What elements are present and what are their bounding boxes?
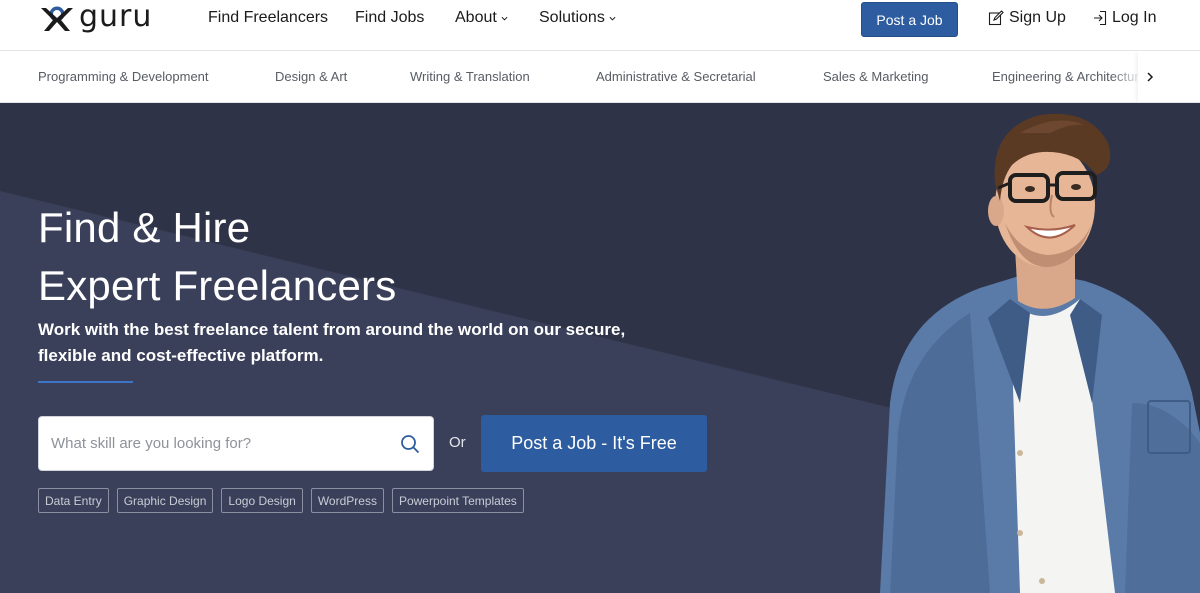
post-job-free-button[interactable]: Post a Job - It's Free [481, 415, 707, 472]
hero-divider [38, 381, 133, 383]
hero-title: Find & Hire Expert Freelancers [38, 199, 396, 315]
chevron-down-icon [609, 16, 616, 21]
nav-solutions-label: Solutions [539, 9, 605, 26]
login-icon [1094, 10, 1107, 26]
nav-find-freelancers[interactable]: Find Freelancers [208, 9, 328, 27]
hero-section: Find & Hire Expert Freelancers Work with… [0, 103, 1200, 593]
skill-search-box [38, 416, 434, 471]
category-sales[interactable]: Sales & Marketing [823, 69, 929, 84]
search-icon [401, 434, 419, 453]
tag-graphic-design[interactable]: Graphic Design [116, 488, 214, 513]
brand-name: guru [79, 0, 153, 34]
tag-powerpoint-templates[interactable]: Powerpoint Templates [391, 488, 524, 513]
tag-logo-design[interactable]: Logo Design [221, 488, 303, 513]
guru-logo[interactable]: guru [38, 0, 153, 34]
nav-solutions[interactable]: Solutions [539, 9, 616, 27]
nav-about-label: About [455, 9, 497, 26]
guru-mark-icon [41, 6, 73, 31]
hero-title-line1: Find & Hire [38, 204, 251, 251]
hero-title-line2: Expert Freelancers [38, 262, 397, 309]
log-in-link[interactable]: Log In [1093, 9, 1156, 27]
hero-subtitle: Work with the best freelance talent from… [38, 320, 626, 365]
popular-tags: Data Entry Graphic Design Logo Design Wo… [38, 488, 524, 513]
or-label: Or [449, 434, 466, 451]
sign-up-link[interactable]: Sign Up [988, 9, 1066, 27]
chevron-right-icon [1147, 72, 1154, 82]
tag-wordpress[interactable]: WordPress [310, 488, 384, 513]
post-a-job-button[interactable]: Post a Job [861, 2, 958, 37]
log-in-label: Log In [1112, 9, 1157, 26]
chevron-down-icon [501, 16, 508, 21]
skill-search-input[interactable] [39, 417, 387, 470]
tag-data-entry[interactable]: Data Entry [38, 488, 109, 513]
category-bar: Programming & Development Design & Art W… [0, 52, 1200, 103]
search-button[interactable] [387, 417, 433, 470]
top-navigation: guru Find Freelancers Find Jobs About So… [0, 0, 1200, 51]
edit-icon [988, 10, 1004, 26]
category-administrative[interactable]: Administrative & Secretarial [596, 69, 756, 84]
hero-person-image [880, 113, 1200, 593]
nav-find-jobs[interactable]: Find Jobs [355, 9, 424, 27]
sign-up-label: Sign Up [1009, 9, 1066, 26]
nav-about[interactable]: About [455, 9, 508, 27]
category-scroll-button[interactable] [1138, 52, 1200, 102]
category-programming[interactable]: Programming & Development [38, 69, 209, 84]
category-writing[interactable]: Writing & Translation [410, 69, 530, 84]
category-design[interactable]: Design & Art [275, 69, 347, 84]
